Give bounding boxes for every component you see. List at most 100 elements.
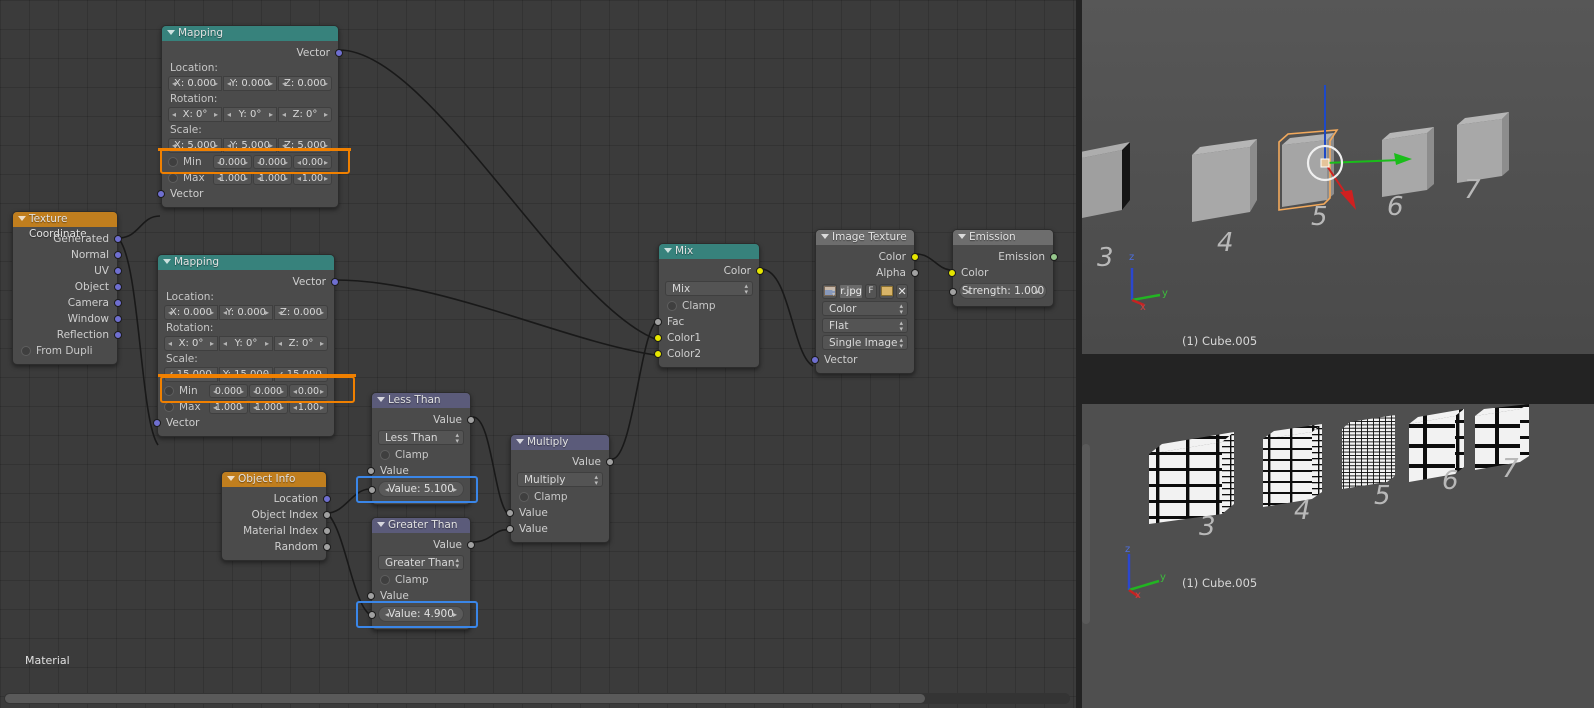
output-emission[interactable]: Emission xyxy=(953,249,1053,265)
input-color1[interactable]: Color1 xyxy=(659,330,759,346)
scrollbar-thumb[interactable] xyxy=(5,694,925,703)
from-dupli-checkbox[interactable] xyxy=(21,346,31,356)
viewport-bottom[interactable]: 3 4 5 6 7 z y x (1) Cube.005 xyxy=(1082,404,1594,708)
location-z-field[interactable]: ◂Z: 0.000▸ xyxy=(274,305,328,320)
socket-vector-out[interactable] xyxy=(331,278,339,286)
node-mapping-2[interactable]: Mapping Vector Location: ◂X: 0.000▸ ◂Y: … xyxy=(157,254,335,437)
min-y-field[interactable]: ◂0.000▸ xyxy=(253,155,292,169)
clamp-checkbox[interactable] xyxy=(380,450,390,460)
min-z-field[interactable]: ◂0.00▸ xyxy=(293,155,332,169)
socket-object-index[interactable] xyxy=(323,511,331,519)
max-y-field[interactable]: ◂1.000▸ xyxy=(249,400,288,414)
node-header-less-than[interactable]: Less Than xyxy=(372,393,470,408)
socket-uv[interactable] xyxy=(114,267,122,275)
clamp-checkbox[interactable] xyxy=(519,492,529,502)
collapse-triangle-icon[interactable] xyxy=(163,259,171,264)
output-value[interactable]: Value xyxy=(511,454,609,470)
open-image-button[interactable] xyxy=(879,284,894,299)
rotation-fields[interactable]: ◂X: 0°▸ ◂Y: 0°▸ ◂Z: 0°▸ xyxy=(168,107,332,122)
viewport-top-canvas[interactable]: 3 4 5 6 7 z y x (1) Cube.005 xyxy=(1082,0,1594,354)
min-x-field[interactable]: ◂0.000▸ xyxy=(213,155,252,169)
viewport-bottom-canvas[interactable]: 3 4 5 6 7 z y x (1) Cube.005 xyxy=(1082,404,1594,708)
rotation-x-field[interactable]: ◂X: 0°▸ xyxy=(164,336,218,351)
node-header-mapping-1[interactable]: Mapping xyxy=(162,26,338,41)
min-checkbox[interactable] xyxy=(168,157,178,167)
socket-value-out[interactable] xyxy=(467,541,475,549)
collapse-triangle-icon[interactable] xyxy=(958,234,966,239)
node-header-mapping-2[interactable]: Mapping xyxy=(158,255,334,270)
location-y-field[interactable]: ◂Y: 0.000▸ xyxy=(219,305,273,320)
output-location[interactable]: Location xyxy=(222,491,326,507)
socket-vector-in[interactable] xyxy=(811,356,819,364)
node-image-texture[interactable]: Image Texture Color Alpha ▴▾ r.jpg F ✕ C… xyxy=(815,229,915,374)
clamp-checkbox-row[interactable]: Clamp xyxy=(659,298,759,314)
spinner-icon[interactable]: ▴▾ xyxy=(594,474,598,486)
output-vector[interactable]: Vector xyxy=(158,274,334,290)
location-y-field[interactable]: ◂Y: 0.000▸ xyxy=(223,76,277,91)
input-color[interactable]: Color xyxy=(953,265,1053,281)
location-x-field[interactable]: ◂X: 0.000▸ xyxy=(164,305,218,320)
socket-color-in[interactable] xyxy=(948,269,956,277)
socket-value-in-1[interactable] xyxy=(367,592,375,600)
scale-fields[interactable]: ◂X: 5.000▸ ◂Y: 5.000▸ ◂Z: 5.000▸ xyxy=(168,138,332,153)
collapse-triangle-icon[interactable] xyxy=(664,248,672,253)
viewport-top[interactable]: 3 4 5 6 7 z y x (1) Cube.005 xyxy=(1082,0,1594,354)
output-object-index[interactable]: Object Index xyxy=(222,507,326,523)
operation-dropdown[interactable]: Less Than▴▾ xyxy=(378,430,464,445)
socket-random[interactable] xyxy=(323,543,331,551)
projection-dropdown[interactable]: Flat▴▾ xyxy=(822,318,908,333)
socket-value-out[interactable] xyxy=(467,416,475,424)
socket-color2[interactable] xyxy=(654,350,662,358)
input-value-1[interactable]: Value xyxy=(372,463,470,479)
collapse-triangle-icon[interactable] xyxy=(377,397,385,402)
max-checkbox[interactable] xyxy=(164,402,174,412)
socket-value-out[interactable] xyxy=(606,458,614,466)
spinner-icon[interactable]: ▴▾ xyxy=(899,337,903,349)
spinner-icon[interactable]: ▴▾ xyxy=(455,432,459,444)
unlink-image-button[interactable]: ✕ xyxy=(896,284,908,299)
node-less-than[interactable]: Less Than Value Less Than▴▾ Clamp Value … xyxy=(371,392,471,505)
socket-value-in-2[interactable] xyxy=(368,486,376,494)
input-vector[interactable]: Vector xyxy=(158,415,334,431)
node-header-greater-than[interactable]: Greater Than xyxy=(372,518,470,533)
max-checkbox[interactable] xyxy=(168,173,178,183)
scale-z-field[interactable]: ◂Z: 5.000▸ xyxy=(278,138,332,153)
node-texture-coordinate[interactable]: Texture Coordinate Generated Normal UV O… xyxy=(12,211,118,365)
from-dupli-checkbox-row[interactable]: From Dupli xyxy=(13,343,117,359)
min-row[interactable]: Min ◂0.000▸ ◂0.000▸ ◂0.00▸ xyxy=(162,154,338,170)
rotation-z-field[interactable]: ◂Z: 0°▸ xyxy=(274,336,328,351)
input-value-2[interactable]: Value xyxy=(511,521,609,537)
scale-fields[interactable]: ◂: 15.000▸ ◂Y: 15.000▸ ◂: 15.000▸ xyxy=(164,367,328,382)
input-vector[interactable]: Vector xyxy=(816,352,914,368)
output-value[interactable]: Value xyxy=(372,412,470,428)
socket-generated[interactable] xyxy=(114,235,122,243)
rotation-fields[interactable]: ◂X: 0°▸ ◂Y: 0°▸ ◂Z: 0°▸ xyxy=(164,336,328,351)
max-x-field[interactable]: ◂1.000▸ xyxy=(213,171,252,185)
source-dropdown[interactable]: Single Image▴▾ xyxy=(822,335,908,350)
spinner-icon[interactable]: ▴▾ xyxy=(899,303,903,315)
spinner-icon[interactable]: ▴▾ xyxy=(455,557,459,569)
spinner-icon[interactable]: ▴▾ xyxy=(899,320,903,332)
operation-dropdown[interactable]: Multiply▴▾ xyxy=(517,472,603,487)
image-name-field[interactable]: r.jpg xyxy=(839,284,863,299)
rotation-x-field[interactable]: ◂X: 0°▸ xyxy=(168,107,222,122)
input-color2[interactable]: Color2 xyxy=(659,346,759,362)
socket-material-index[interactable] xyxy=(323,527,331,535)
location-fields[interactable]: ◂X: 0.000▸ ◂Y: 0.000▸ ◂Z: 0.000▸ xyxy=(168,76,332,91)
output-color[interactable]: Color xyxy=(659,263,759,279)
operation-dropdown[interactable]: Greater Than▴▾ xyxy=(378,555,464,570)
spinner-icon[interactable]: ▴▾ xyxy=(832,287,835,297)
value-field[interactable]: ◂Value: 4.900▸ xyxy=(378,606,464,622)
min-checkbox[interactable] xyxy=(164,386,174,396)
collapse-triangle-icon[interactable] xyxy=(167,30,175,35)
node-header-image-texture[interactable]: Image Texture xyxy=(816,230,914,245)
image-datablock-strip[interactable]: ▴▾ r.jpg F ✕ xyxy=(822,283,908,299)
min-y-field[interactable]: ◂0.000▸ xyxy=(249,384,288,398)
scale-x-field[interactable]: ◂X: 5.000▸ xyxy=(168,138,222,153)
collapse-triangle-icon[interactable] xyxy=(18,216,26,221)
output-camera[interactable]: Camera xyxy=(13,295,117,311)
input-vector[interactable]: Vector xyxy=(162,186,338,202)
viewport-bottom-scrollbar[interactable] xyxy=(1082,444,1090,624)
output-uv[interactable]: UV xyxy=(13,263,117,279)
output-window[interactable]: Window xyxy=(13,311,117,327)
